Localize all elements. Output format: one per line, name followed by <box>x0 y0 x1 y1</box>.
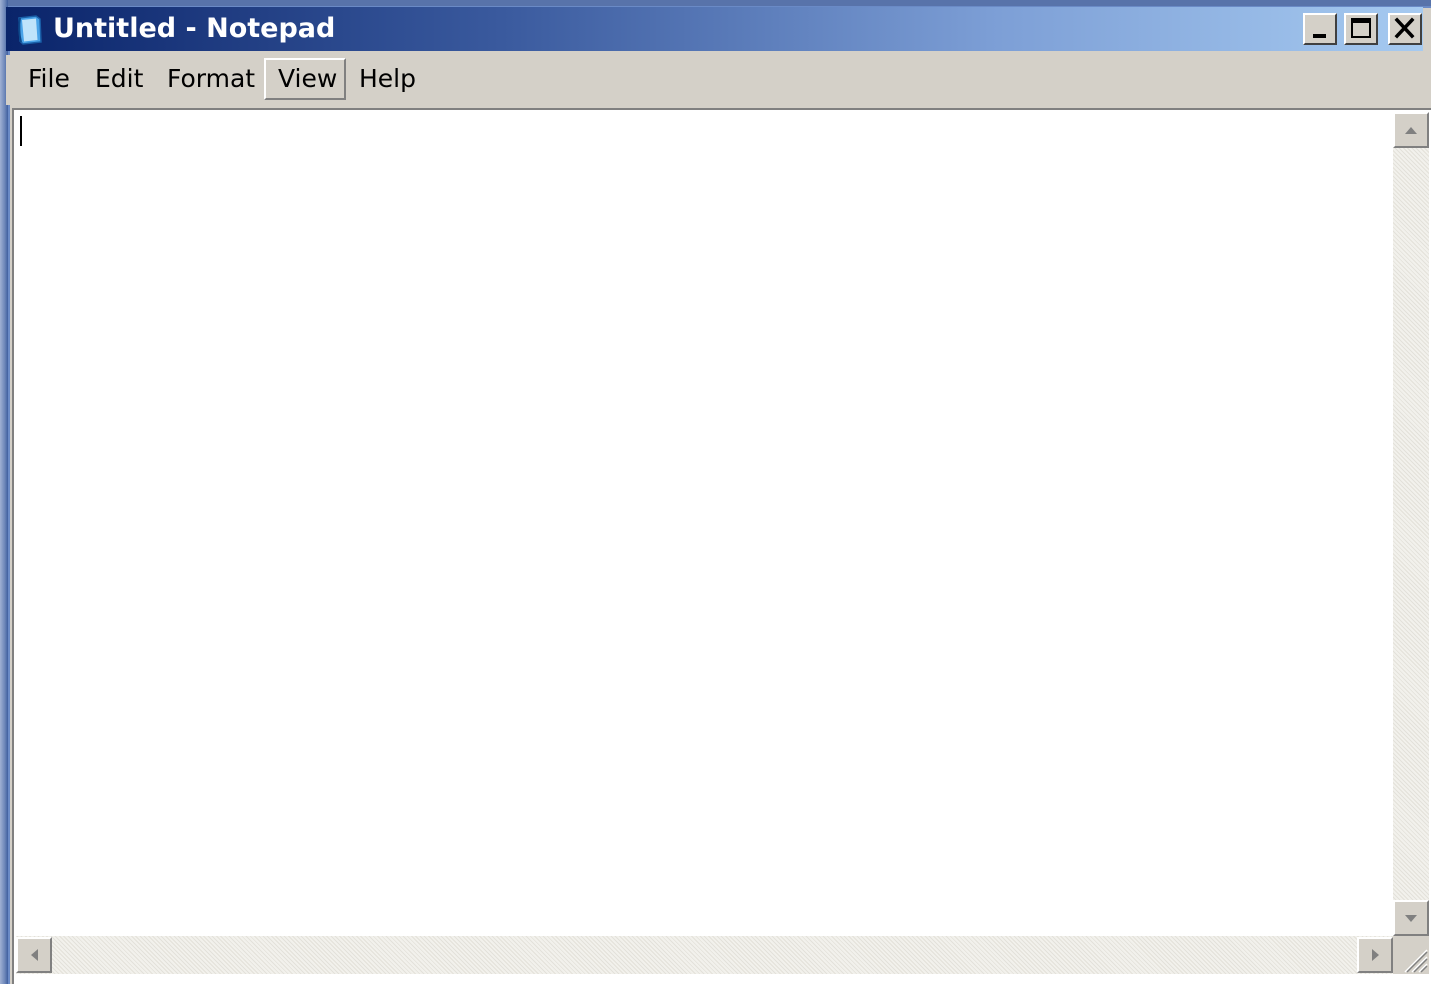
text-caret <box>20 116 22 146</box>
menu-edit[interactable]: Edit <box>83 58 155 100</box>
text-editor[interactable] <box>16 112 1389 936</box>
resize-grip-icon <box>1404 949 1428 973</box>
scroll-right-button[interactable] <box>1357 937 1393 973</box>
desktop-left-edge <box>0 0 8 984</box>
maximize-button[interactable] <box>1344 13 1378 45</box>
menu-help[interactable]: Help <box>347 58 428 100</box>
menu-bar: File Edit Format View Help <box>6 55 1423 105</box>
menu-file[interactable]: File <box>16 58 82 100</box>
minimize-icon <box>1313 34 1326 38</box>
close-icon <box>1394 17 1415 39</box>
resize-grip[interactable] <box>1393 936 1429 974</box>
title-bar[interactable]: Untitled - Notepad <box>6 7 1423 51</box>
close-button[interactable] <box>1388 13 1422 45</box>
arrow-up-icon <box>1405 127 1417 134</box>
menu-format[interactable]: Format <box>155 58 267 100</box>
scroll-left-button[interactable] <box>16 937 52 973</box>
maximize-icon <box>1351 18 1371 38</box>
scroll-down-button[interactable] <box>1393 900 1429 936</box>
window-title: Untitled - Notepad <box>53 13 336 44</box>
arrow-right-icon <box>1372 949 1379 961</box>
arrow-down-icon <box>1405 915 1417 922</box>
horizontal-scrollbar[interactable] <box>16 936 1393 974</box>
arrow-left-icon <box>31 949 38 961</box>
menu-view[interactable]: View <box>264 58 346 100</box>
notepad-icon[interactable] <box>14 14 46 46</box>
vertical-scrollbar[interactable] <box>1393 112 1429 936</box>
scroll-up-button[interactable] <box>1393 112 1429 148</box>
editor-frame <box>12 108 1431 984</box>
minimize-button[interactable] <box>1303 13 1337 45</box>
